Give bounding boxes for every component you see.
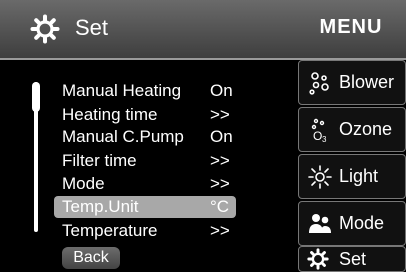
- scrollbar-thumb[interactable]: [32, 82, 40, 112]
- menu-item-value: °C: [210, 197, 230, 216]
- screen-header: Set: [0, 0, 296, 60]
- menu-item-label: Heating time: [62, 105, 158, 124]
- menu-item-label: Manual C.Pump: [62, 127, 184, 146]
- sidebar-item-blower[interactable]: Blower: [298, 60, 406, 105]
- menu-item-label: Temp.Unit: [62, 197, 139, 216]
- sidebar-item-ozone[interactable]: O 3 Ozone: [298, 107, 406, 152]
- sidebar-item-label: Blower: [339, 72, 395, 92]
- ozone-icon: O 3: [311, 118, 327, 143]
- menu-item-label: Manual Heating: [62, 81, 182, 100]
- menu-item-value: On: [210, 81, 233, 100]
- gear-icon: [307, 248, 329, 270]
- sidebar-item-label: Light: [339, 166, 379, 186]
- back-button[interactable]: Back: [62, 247, 120, 269]
- sidebar-menu: MENU Blower O 3 Ozone Light Mode Set: [296, 0, 406, 272]
- menu-item-value: On: [210, 127, 233, 146]
- menu-item-value: >>: [210, 221, 230, 240]
- svg-text:3: 3: [322, 135, 327, 143]
- sidebar-title: MENU: [319, 16, 383, 38]
- sidebar-header: MENU: [296, 0, 406, 60]
- menu-item-value: >>: [210, 105, 230, 124]
- control-panel-screen: Set Manual Heating On Heating time >> Ma…: [0, 0, 406, 272]
- menu-item-manual-c-pump[interactable]: Manual C.Pump On: [54, 126, 236, 148]
- light-icon: [308, 165, 332, 189]
- menu-item-heating-time[interactable]: Heating time >>: [54, 104, 236, 126]
- menu-item-temperature[interactable]: Temperature >>: [54, 220, 236, 242]
- menu-item-filter-time[interactable]: Filter time >>: [54, 150, 236, 172]
- sidebar-item-set[interactable]: Set: [298, 246, 406, 272]
- menu-item-temp-unit[interactable]: Temp.Unit °C: [54, 196, 236, 218]
- sidebar-item-light[interactable]: Light: [298, 154, 406, 199]
- sidebar-item-label: Mode: [339, 213, 385, 233]
- blower-icon: [309, 72, 329, 95]
- page-title: Set: [75, 15, 109, 40]
- svg-text:O: O: [313, 129, 322, 143]
- menu-item-value: >>: [210, 174, 230, 193]
- menu-item-label: Temperature: [62, 221, 158, 240]
- menu-item-value: >>: [210, 151, 230, 170]
- menu-item-mode[interactable]: Mode >>: [54, 173, 236, 195]
- sidebar-item-mode[interactable]: Mode: [298, 201, 406, 246]
- mode-icon: [309, 214, 331, 233]
- menu-item-manual-heating[interactable]: Manual Heating On: [54, 80, 236, 102]
- menu-item-label: Mode: [62, 174, 105, 193]
- sidebar-item-label: Set: [339, 249, 367, 269]
- gear-icon: [30, 14, 60, 44]
- menu-item-label: Filter time: [62, 151, 137, 170]
- sidebar-item-label: Ozone: [339, 119, 393, 139]
